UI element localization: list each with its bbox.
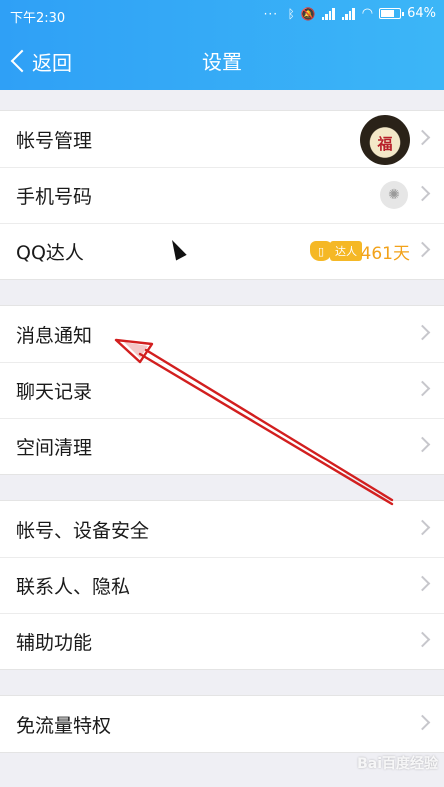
settings-item-label: 辅助功能 [16, 631, 93, 654]
signal-icon [321, 7, 336, 20]
chevron-right-icon [414, 185, 431, 202]
settings-item-storage-cleanup[interactable]: 空间清理 [0, 418, 444, 474]
signal-icon [341, 7, 356, 20]
baidu-watermark: Bai百度经验 [357, 756, 438, 772]
chevron-right-icon [414, 631, 431, 648]
status-bar: 下午2:30 ··· ᛒ 🔕 ◠ 64% [0, 0, 444, 32]
settings-item-account-device-security[interactable]: 帐号、设备安全 [0, 501, 444, 557]
qq-expert-days: 461天 [360, 244, 410, 264]
settings-group-messages: 消息通知 聊天记录 空间清理 [0, 305, 444, 475]
chevron-right-icon [414, 575, 431, 592]
status-time: 下午2:30 [10, 11, 66, 26]
settings-item-label: 联系人、隐私 [16, 575, 131, 598]
settings-item-label: QQ达人 [16, 241, 84, 264]
settings-item-chat-history[interactable]: 聊天记录 [0, 362, 444, 418]
settings-item-label: 消息通知 [16, 324, 93, 347]
settings-item-qq-expert[interactable]: QQ达人 ▯ 达人 461天 [0, 223, 444, 279]
more-dots-icon: ··· [263, 6, 279, 21]
settings-group-security: 帐号、设备安全 联系人、隐私 辅助功能 [0, 500, 444, 670]
settings-item-free-data[interactable]: 免流量特权 [0, 696, 444, 752]
settings-item-contacts-privacy[interactable]: 联系人、隐私 [0, 557, 444, 613]
settings-group-account: 帐号管理 福 手机号码 ✺ QQ达人 ▯ 达人 461天 [0, 110, 444, 280]
loading-spinner-icon: ✺ [380, 181, 408, 209]
chevron-right-icon [414, 519, 431, 536]
chevron-right-icon [414, 714, 431, 731]
settings-item-label: 帐号管理 [16, 129, 93, 152]
chevron-right-icon [414, 129, 431, 146]
battery-percent: 64% [407, 6, 436, 21]
status-icons: ··· ᛒ 🔕 ◠ 64% [264, 6, 436, 21]
avatar-glyph: 福 [377, 134, 393, 153]
settings-item-label: 聊天记录 [16, 380, 93, 403]
chevron-right-icon [414, 436, 431, 453]
page-title: 设置 [202, 50, 242, 74]
settings-item-account-management[interactable]: 帐号管理 福 [0, 111, 444, 167]
wifi-icon: ◠ [361, 6, 374, 21]
nav-bar: 返回 设置 [0, 32, 444, 90]
settings-item-label: 免流量特权 [16, 714, 112, 737]
bluetooth-icon: ᛒ [287, 6, 295, 21]
qq-expert-tag: 达人 [330, 241, 362, 261]
chevron-right-icon [414, 380, 431, 397]
settings-item-label: 手机号码 [16, 185, 93, 208]
settings-item-label: 空间清理 [16, 436, 93, 459]
settings-item-notifications[interactable]: 消息通知 [0, 306, 444, 362]
qq-expert-badge: ▯ 达人 [310, 240, 362, 262]
settings-group-privileges: 免流量特权 [0, 695, 444, 753]
phone-wing-icon: ▯ [310, 241, 332, 261]
settings-item-accessibility[interactable]: 辅助功能 [0, 613, 444, 669]
avatar: 福 [360, 115, 410, 165]
settings-item-label: 帐号、设备安全 [16, 519, 150, 542]
chevron-right-icon [414, 241, 431, 258]
settings-item-phone-number[interactable]: 手机号码 ✺ [0, 167, 444, 223]
mute-icon: 🔕 [300, 6, 316, 21]
chevron-right-icon [414, 324, 431, 341]
battery-icon [379, 8, 405, 19]
